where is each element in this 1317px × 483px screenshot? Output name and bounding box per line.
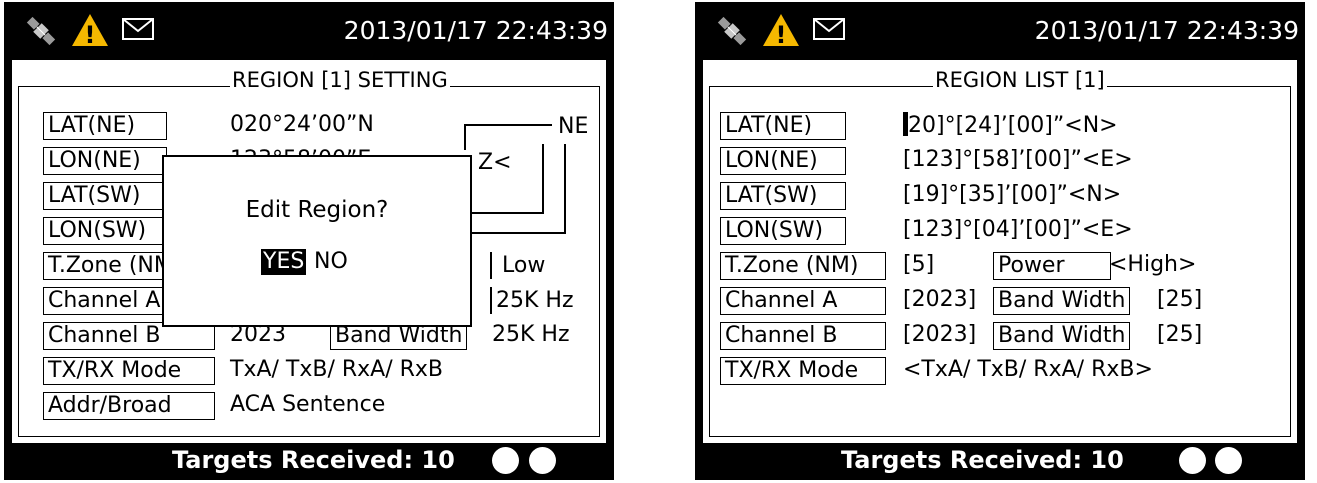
txrx-mode-value: TxA/ TxB/ RxA/ RxB xyxy=(230,357,444,382)
lat-ne-label[interactable]: LAT(NE) xyxy=(43,112,167,140)
power-value: Low xyxy=(502,253,546,278)
dialog-title: Edit Region? xyxy=(245,197,389,223)
yes-button[interactable]: YES xyxy=(261,249,307,275)
channel-a-label[interactable]: Channel A xyxy=(43,287,167,315)
power-value[interactable]: <High> xyxy=(1109,252,1196,278)
channel-a-label[interactable]: Channel A xyxy=(720,287,886,315)
lon-ne-label[interactable]: LON(NE) xyxy=(720,147,846,175)
bandwidth-b-label[interactable]: Band Width xyxy=(993,322,1131,350)
indicator-dot-1 xyxy=(492,447,519,474)
power-label[interactable]: Power xyxy=(993,252,1111,280)
diagram-line xyxy=(464,124,552,126)
partial-marker: Z< xyxy=(478,150,512,175)
lat-sw-value[interactable]: [19]°[35]’[00]”<N> xyxy=(903,182,1121,208)
satellite-icon xyxy=(26,16,56,46)
bandwidth-a-label[interactable]: Band Width xyxy=(993,287,1131,315)
satellite-icon xyxy=(717,16,747,46)
lat-sw-label[interactable]: LAT(SW) xyxy=(720,182,846,210)
edit-region-dialog: Edit Region? YES NO xyxy=(162,155,472,327)
diagram-line xyxy=(564,144,566,232)
bandwidth-a-value[interactable]: [25] xyxy=(1157,287,1202,313)
diagram-line xyxy=(464,124,466,150)
no-button[interactable]: NO xyxy=(314,249,348,275)
svg-text:!: ! xyxy=(85,21,96,48)
warning-icon: ! xyxy=(72,14,108,48)
bandwidth-a-value: 25K Hz xyxy=(496,288,574,313)
channel-b-label[interactable]: Channel B xyxy=(720,322,886,350)
panel-title: REGION LIST [1] xyxy=(933,66,1107,94)
right-screen: ! 2013/01/17 22:43:39 REGION LIST [1] LA… xyxy=(695,2,1305,480)
lat-sw-label[interactable]: LAT(SW) xyxy=(43,182,167,210)
lat-ne-label[interactable]: LAT(NE) xyxy=(720,112,846,140)
region-setting-panel: REGION [1] SETTING LAT(NE) 020°24’00”N L… xyxy=(12,60,606,443)
txrx-mode-label[interactable]: TX/RX Mode xyxy=(43,357,215,385)
tzone-label[interactable]: T.Zone (NM) xyxy=(720,252,886,280)
txrx-mode-label[interactable]: TX/RX Mode xyxy=(720,357,886,385)
txrx-mode-value[interactable]: <TxA/ TxB/ RxA/ RxB> xyxy=(903,357,1153,383)
mail-icon xyxy=(813,18,845,40)
bandwidth-a-box-edge xyxy=(490,287,492,314)
region-list-panel: REGION LIST [1] LAT(NE) 20]°[24]’[00]”<N… xyxy=(703,60,1297,443)
mail-icon xyxy=(122,18,154,40)
targets-received: Targets Received: 10 xyxy=(172,446,455,474)
lon-ne-label[interactable]: LON(NE) xyxy=(43,147,167,175)
addr-broad-value: ACA Sentence xyxy=(230,392,386,417)
indicator-dot-2 xyxy=(529,447,556,474)
lat-ne-value[interactable]: 20]°[24]’[00]”<N> xyxy=(903,112,1118,139)
bandwidth-b-value[interactable]: [25] xyxy=(1157,322,1202,348)
tzone-label[interactable]: T.Zone (NM) xyxy=(43,252,167,280)
lon-ne-value[interactable]: [123]°[58]’[00]”<E> xyxy=(903,147,1133,173)
diagram-line xyxy=(472,232,566,234)
targets-received: Targets Received: 10 xyxy=(841,446,1124,474)
svg-text:!: ! xyxy=(776,21,787,48)
lon-sw-label[interactable]: LON(SW) xyxy=(720,217,846,245)
diagram-line xyxy=(542,144,544,212)
lon-sw-label[interactable]: LON(SW) xyxy=(43,217,167,245)
datetime: 2013/01/17 22:43:39 xyxy=(343,16,608,45)
channel-a-value[interactable]: [2023] xyxy=(903,287,976,313)
addr-broad-label[interactable]: Addr/Broad xyxy=(43,392,215,420)
footer-bar: Targets Received: 10 xyxy=(695,442,1305,480)
indicator-dot-1 xyxy=(1179,447,1206,474)
footer-bar: Targets Received: 10 xyxy=(4,442,614,480)
lat-ne-value: 020°24’00”N xyxy=(230,112,374,137)
status-bar: ! 2013/01/17 22:43:39 xyxy=(4,2,614,60)
tzone-value[interactable]: [5] xyxy=(903,252,934,278)
status-bar: ! 2013/01/17 22:43:39 xyxy=(695,2,1305,60)
indicator-dot-2 xyxy=(1215,447,1242,474)
panel-title: REGION [1] SETTING xyxy=(230,66,450,94)
datetime: 2013/01/17 22:43:39 xyxy=(1034,16,1299,45)
power-box-edge xyxy=(490,252,492,279)
warning-icon: ! xyxy=(763,14,799,48)
channel-b-value[interactable]: [2023] xyxy=(903,322,976,348)
lon-sw-value[interactable]: [123]°[04]’[00]”<E> xyxy=(903,217,1133,243)
bandwidth-b-value: 25K Hz xyxy=(492,322,570,347)
left-screen: ! 2013/01/17 22:43:39 REGION [1] SETTING… xyxy=(4,2,614,480)
ne-corner-label: NE xyxy=(558,114,589,139)
